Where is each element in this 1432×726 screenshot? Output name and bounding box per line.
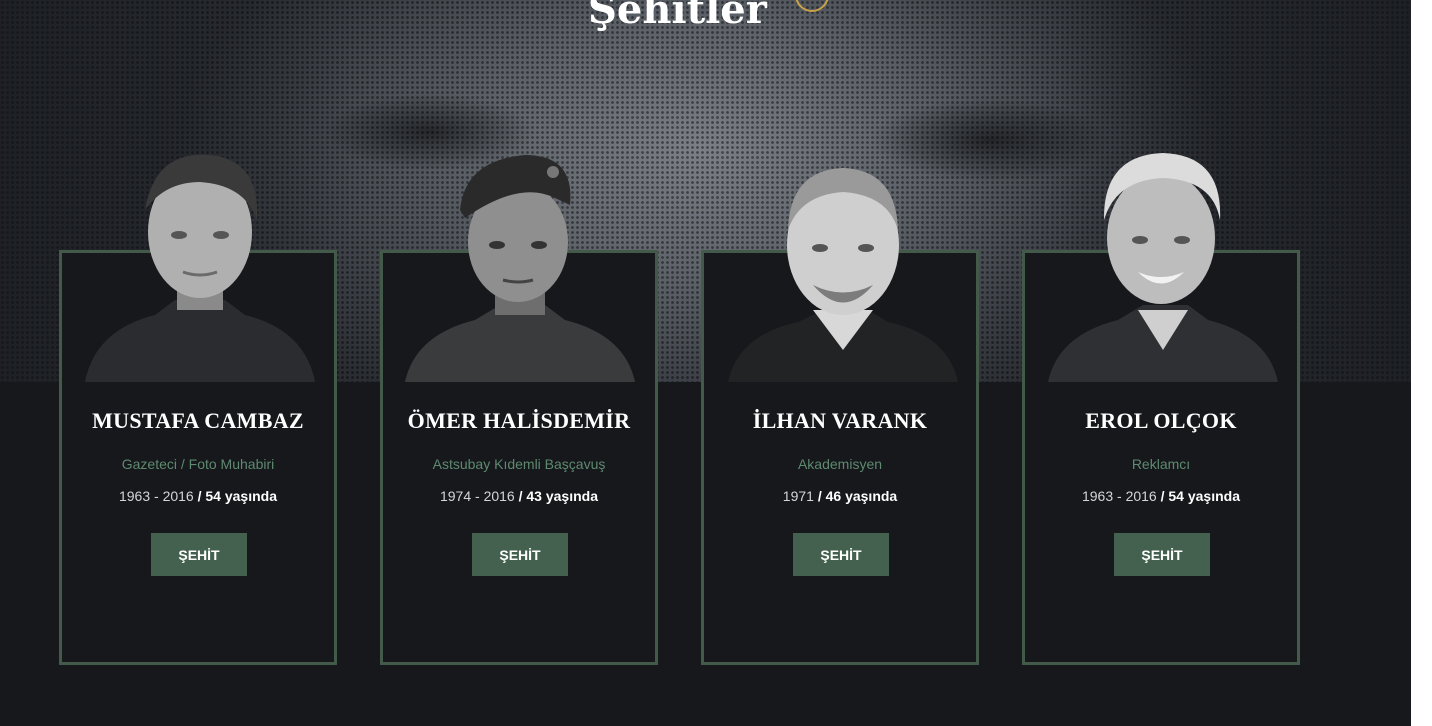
martyr-years-range: 1963 - 2016 — [118, 488, 194, 504]
martyr-age: / 46 yaşında — [813, 488, 898, 504]
martyr-role: Akademisyen — [797, 456, 883, 472]
sehit-button[interactable]: ŞEHİT — [472, 533, 568, 576]
martyr-age: / 43 yaşında — [514, 488, 598, 504]
martyr-years-range: 1971 — [782, 488, 814, 504]
sehit-button[interactable]: ŞEHİT — [793, 533, 889, 576]
martyr-years: 1963 - 2016 / 54 yaşında — [62, 488, 334, 504]
sehit-button[interactable]: ŞEHİT — [1114, 533, 1210, 576]
martyr-role: Reklamcı — [1131, 456, 1191, 472]
martyr-age: / 54 yaşında — [193, 488, 277, 504]
martyr-role: Astsubay Kıdemli Başçavuş — [432, 456, 606, 472]
portrait-mustafa-cambaz — [85, 150, 315, 382]
martyr-years: 1963 - 2016 / 54 yaşında — [1025, 488, 1297, 504]
martyr-age: / 54 yaşında — [1156, 488, 1240, 504]
martyr-years: 1974 - 2016 / 43 yaşında — [383, 488, 655, 504]
martyr-name: EROL OLÇOK — [1085, 408, 1237, 433]
sehit-button[interactable]: ŞEHİT — [151, 533, 247, 576]
martyr-years-range: 1963 - 2016 — [1081, 488, 1157, 504]
martyr-name: ÖMER HALİSDEMİR — [407, 408, 631, 433]
portrait-omer-halisdemir — [405, 150, 635, 382]
martyr-years-range: 1974 - 2016 — [439, 488, 515, 504]
martyr-years: 1971 / 46 yaşında — [704, 488, 976, 504]
page-stage: Şehitler MUSTAFA CAMBAZ Gazeteci / Foto … — [0, 0, 1411, 726]
portrait-erol-olcok — [1048, 150, 1278, 382]
page-title: Şehitler — [588, 0, 767, 33]
martyr-name: MUSTAFA CAMBAZ — [92, 408, 304, 433]
martyr-name: İLHAN VARANK — [752, 408, 928, 433]
martyr-role: Gazeteci / Foto Muhabiri — [121, 456, 275, 472]
portrait-ilhan-varank — [728, 150, 958, 382]
